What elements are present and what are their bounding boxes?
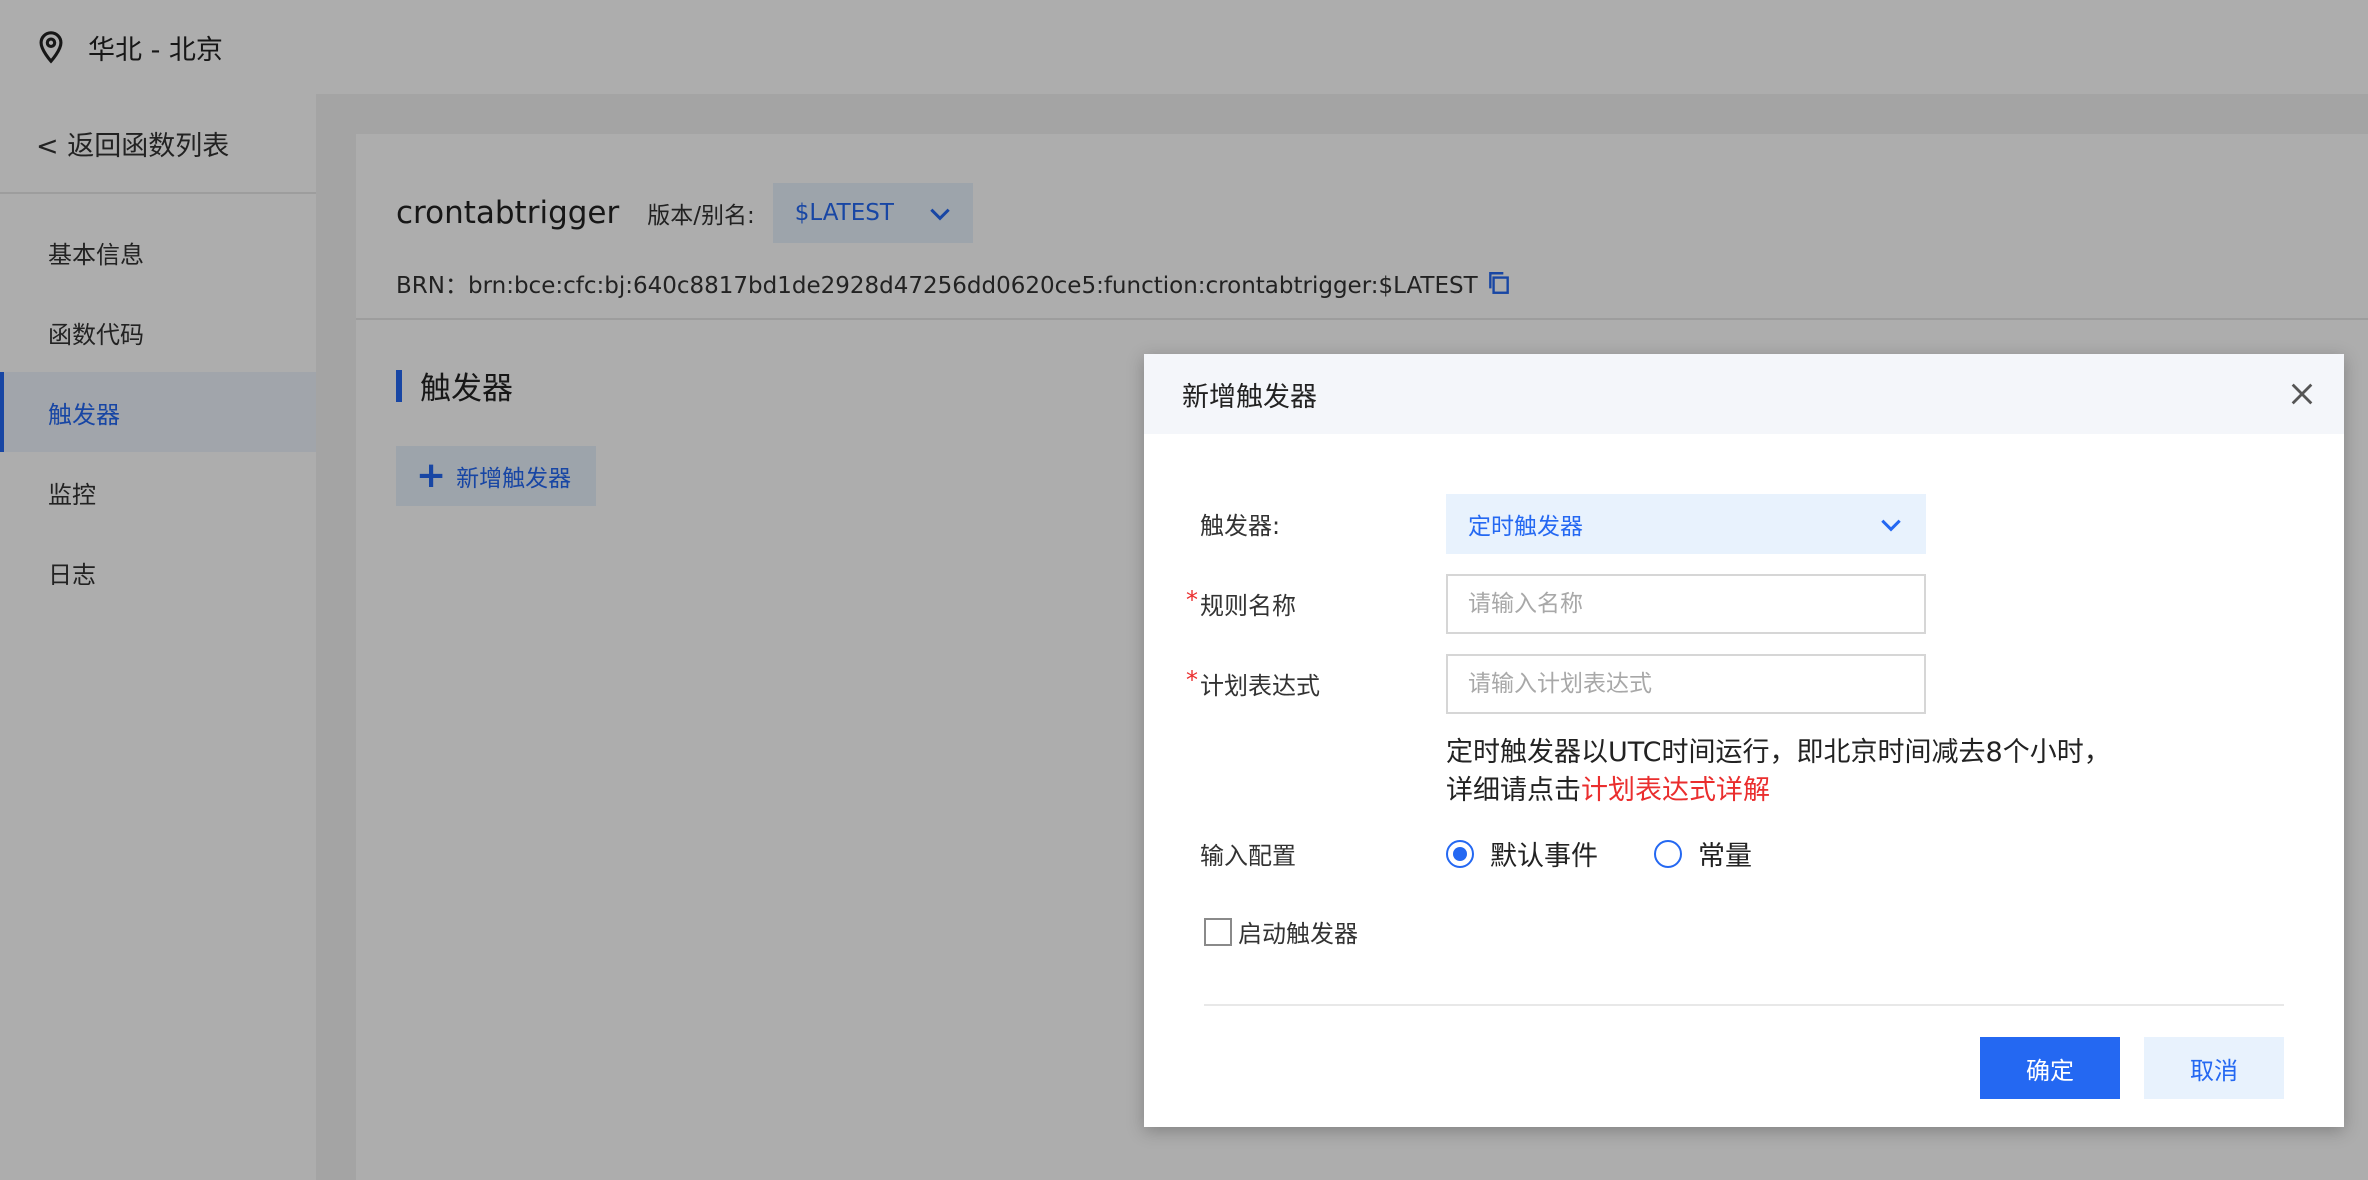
dialog-title: 新增触发器 — [1182, 381, 1317, 413]
dialog-footer-divider — [1204, 1004, 2284, 1006]
schedule-expression-docs-link[interactable]: 计划表达式详解 — [1581, 775, 1770, 806]
required-asterisk: * — [1186, 666, 1198, 694]
input-config-label: 输入配置 — [1200, 842, 1296, 870]
close-icon[interactable] — [2288, 380, 2316, 408]
cancel-button[interactable]: 取消 — [2144, 1037, 2284, 1099]
hint-line-1: 定时触发器以UTC时间运行，即北京时间减去8个小时， — [1446, 737, 2111, 768]
input-config-radio-group: 默认事件 常量 — [1446, 834, 1808, 873]
radio-default-event-label: 默认事件 — [1490, 841, 1598, 872]
enable-trigger-checkbox[interactable] — [1204, 917, 1232, 946]
enable-trigger-row[interactable]: 启动触发器 — [1204, 914, 1358, 949]
radio-default-event[interactable]: 默认事件 — [1446, 834, 1598, 873]
radio-constant-circle[interactable] — [1654, 839, 1682, 868]
confirm-button[interactable]: 确定 — [1980, 1037, 2120, 1099]
radio-constant[interactable]: 常量 — [1654, 834, 1752, 873]
chevron-down-icon — [1881, 519, 1901, 532]
rule-name-input[interactable] — [1446, 574, 1926, 634]
schedule-expression-label: * 计划表达式 — [1186, 666, 1320, 701]
enable-trigger-label: 启动触发器 — [1238, 920, 1358, 948]
schedule-hint: 定时触发器以UTC时间运行，即北京时间减去8个小时， 详细请点击计划表达式详解 — [1446, 734, 2166, 810]
rule-name-label-text: 规则名称 — [1200, 592, 1296, 620]
trigger-type-label: 触发器: — [1200, 512, 1281, 540]
schedule-expression-label-text: 计划表达式 — [1200, 672, 1320, 700]
trigger-type-value: 定时触发器 — [1468, 514, 1583, 540]
radio-constant-label: 常量 — [1698, 841, 1752, 872]
radio-default-event-circle[interactable] — [1446, 839, 1474, 868]
rule-name-label: * 规则名称 — [1186, 586, 1296, 621]
dialog-header: 新增触发器 — [1144, 354, 2344, 434]
schedule-expression-input[interactable] — [1446, 654, 1926, 714]
trigger-type-select[interactable]: 定时触发器 — [1446, 494, 1926, 554]
hint-line-2-prefix: 详细请点击 — [1446, 775, 1581, 806]
add-trigger-dialog: 新增触发器 触发器: 定时触发器 * 规则名称 * 计划表达式 定时触发器以UT… — [1144, 354, 2344, 1127]
hint-line-2: 详细请点击计划表达式详解 — [1446, 772, 2166, 810]
required-asterisk: * — [1186, 586, 1198, 614]
